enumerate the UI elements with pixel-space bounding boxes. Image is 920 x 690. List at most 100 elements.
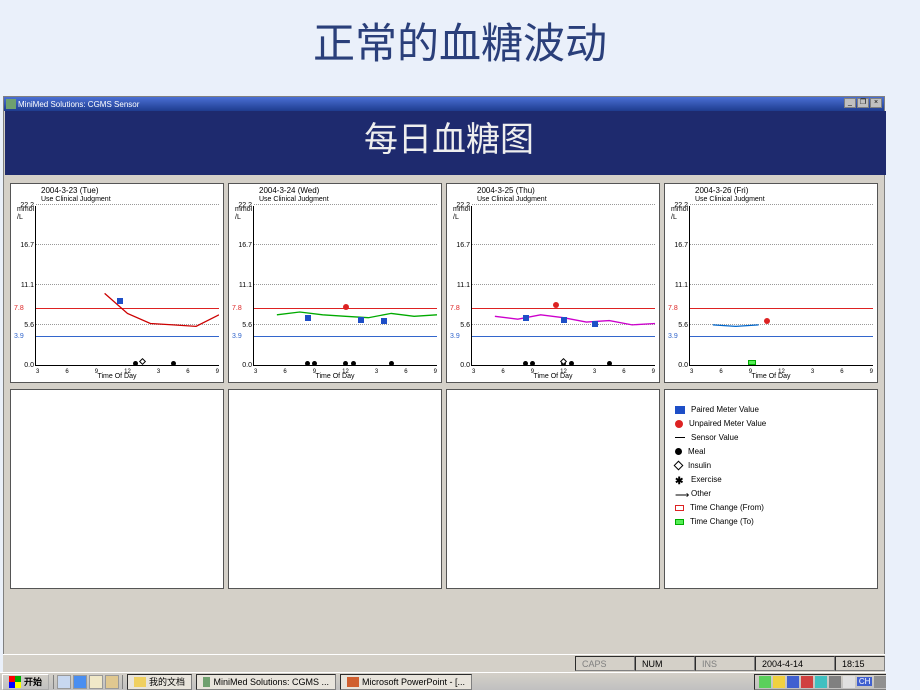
close-button[interactable]: × [870,98,882,108]
chart-panel: 2004-3-24 (Wed)Use Clinical Judgmentmmol… [228,183,442,383]
ref-high-label: 7.8 [232,305,242,312]
app-icon [6,99,16,109]
legend-label: Paired Meter Value [691,405,759,414]
chart-subtitle: Use Clinical Judgment [695,196,765,203]
status-num: NUM [635,656,695,671]
y-tick: 0.0 [668,362,688,369]
legend-item-unpaired: Unpaired Meter Value [675,419,867,428]
ref-high-label: 7.8 [668,305,678,312]
paired-meter-marker [381,318,387,324]
bottom-row: Paired Meter Value Unpaired Meter Value Se… [10,389,878,589]
tray-icon[interactable] [874,676,886,688]
y-tick: 5.6 [668,322,688,329]
tray-icon[interactable] [843,676,855,688]
desktop-icon[interactable] [89,675,103,689]
sensor-trace [472,206,655,365]
tray-icon[interactable] [773,676,785,688]
y-tick: 16.7 [668,242,688,249]
chart-date: 2004-3-26 (Fri) [695,186,748,195]
unpaired-meter-marker [343,304,349,310]
paired-meter-marker [358,317,364,323]
x-axis-label: Time Of Day [11,373,223,380]
gridline [254,204,437,205]
legend-panel: Paired Meter Value Unpaired Meter Value Se… [664,389,878,589]
y-tick: 5.6 [232,322,252,329]
lang-indicator[interactable]: CH [857,677,873,686]
app-icon [203,677,210,687]
meal-marker [389,361,394,366]
tray-icon[interactable] [829,676,841,688]
tray-icon[interactable] [801,676,813,688]
legend-label: Meal [688,447,705,456]
ref-low-label: 3.9 [14,333,24,340]
meal-marker [523,361,528,366]
minimize-button[interactable]: _ [844,98,856,108]
slide-title: 正常的血糖波动 [0,0,920,75]
legend-item-insulin: Insulin [675,461,867,470]
chart-subtitle: Use Clinical Judgment [259,196,329,203]
meal-marker [607,361,612,366]
start-label: 开始 [24,675,42,688]
x-axis-label: Time Of Day [229,373,441,380]
sensor-trace [254,206,437,365]
legend-label: Exercise [691,475,722,484]
chart-date: 2004-3-24 (Wed) [259,186,319,195]
app-title: MiniMed Solutions: CGMS Sensor [18,100,139,109]
y-tick: 16.7 [14,242,34,249]
y-tick: 5.6 [14,322,34,329]
meal-marker [569,361,574,366]
unpaired-meter-marker [764,318,770,324]
taskbar-app2[interactable]: Microsoft PowerPoint - [... [340,674,472,690]
ie-icon[interactable] [73,675,87,689]
y-tick: 22.2 [450,202,470,209]
paired-meter-marker [305,315,311,321]
gridline [690,204,873,205]
blank-panel [446,389,660,589]
legend-item-tcfrom: Time Change (From) [675,503,867,512]
powerpoint-icon [347,677,359,687]
y-tick: 11.1 [14,282,34,289]
chart-panel: 2004-3-26 (Fri)Use Clinical Judgmentmmol… [664,183,878,383]
legend-item-sensor: Sensor Value [675,433,867,442]
meal-marker [351,361,356,366]
chart-panel: 2004-3-25 (Thu)Use Clinical Judgmentmmol… [446,183,660,383]
ref-high-label: 7.8 [14,305,24,312]
statusbar: CAPS NUM INS 2004-4-14 18:15 [3,654,885,672]
blank-panel [228,389,442,589]
taskbar-app1[interactable]: MiniMed Solutions: CGMS ... [196,674,336,690]
plot-area: 0.05.611.116.722.27.83.936912369 [253,206,437,366]
y-tick: 5.6 [450,322,470,329]
tray-icon[interactable] [787,676,799,688]
quicklaunch-icon[interactable] [105,675,119,689]
chart-row: 2004-3-23 (Tue)Use Clinical Judgmentmmol… [10,183,878,383]
paired-meter-marker [592,321,598,327]
plot-area: 0.05.611.116.722.27.83.936912369 [689,206,873,366]
y-tick: 11.1 [232,282,252,289]
ref-low-label: 3.9 [668,333,678,340]
restore-button[interactable]: ❐ [857,98,869,108]
start-button[interactable]: 开始 [2,674,49,690]
taskbar-folder-label: 我的文档 [149,675,185,688]
chart-subtitle: Use Clinical Judgment [477,196,547,203]
gridline [472,204,655,205]
y-tick: 0.0 [14,362,34,369]
y-tick: 22.2 [14,202,34,209]
sensor-trace [36,206,219,365]
y-tick: 0.0 [232,362,252,369]
plot-area: 0.05.611.116.722.27.83.936912369 [471,206,655,366]
quicklaunch-icon[interactable] [57,675,71,689]
x-axis-label: Time Of Day [665,373,877,380]
status-date: 2004-4-14 [755,656,835,671]
taskbar-folder[interactable]: 我的文档 [127,674,192,690]
chart-date: 2004-3-25 (Thu) [477,186,535,195]
ref-low-label: 3.9 [232,333,242,340]
tray-icon[interactable] [759,676,771,688]
chart-subtitle: Use Clinical Judgment [41,196,111,203]
y-tick: 22.2 [232,202,252,209]
status-caps: CAPS [575,656,635,671]
legend-label: Unpaired Meter Value [689,419,766,428]
tray-icon[interactable] [815,676,827,688]
app-window: MiniMed Solutions: CGMS Sensor _ ❐ × 每日血… [3,96,885,658]
chart-date: 2004-3-23 (Tue) [41,186,99,195]
y-tick: 22.2 [668,202,688,209]
